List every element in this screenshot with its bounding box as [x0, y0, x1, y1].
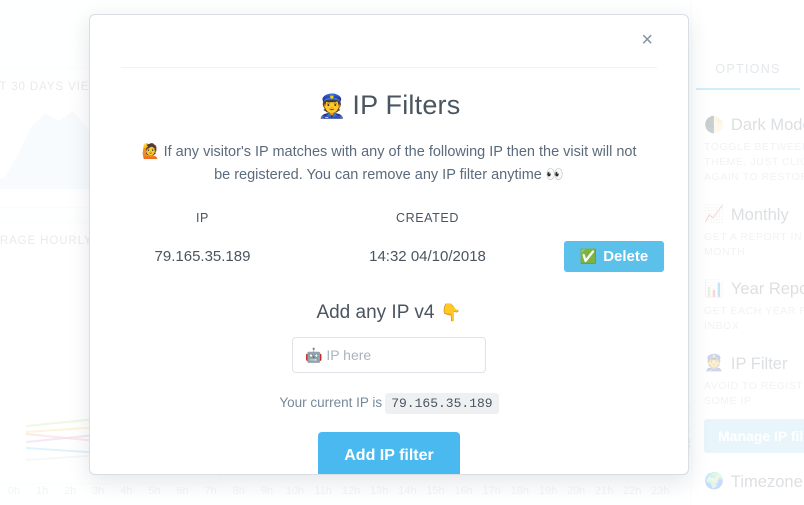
- backhand-index-pointing-down-icon: 👇: [440, 303, 462, 323]
- delete-button[interactable]: ✅ Delete: [563, 241, 665, 273]
- check-mark-icon: ✅: [579, 248, 598, 265]
- add-ip-filter-button[interactable]: Add IP filter: [318, 432, 460, 474]
- modal-description: 🙋 If any visitor's IP matches with any o…: [140, 141, 638, 187]
- column-header-created: CREATED: [395, 211, 459, 226]
- ip-input-container: [90, 337, 688, 374]
- ip-table-header: IP CREATED: [90, 211, 688, 225]
- current-ip-label: Your current IP is: [279, 395, 383, 411]
- modal-title-text: IP Filters: [352, 90, 461, 120]
- column-header-ip: IP: [195, 211, 209, 226]
- add-ip-filter-container: Add IP filter: [90, 432, 688, 474]
- cell-created: 14:32 04/10/2018: [369, 248, 486, 266]
- add-ip-label-text: Add any IP v4: [316, 302, 435, 324]
- current-ip-info: Your current IP is 79.165.35.189: [90, 393, 688, 415]
- modal-header: ×: [121, 15, 657, 68]
- modal-description-text: If any visitor's IP matches with any of …: [163, 144, 637, 184]
- table-row: 79.165.35.189 14:32 04/10/2018 ✅ Delete: [90, 241, 688, 273]
- delete-button-label: Delete: [603, 248, 649, 266]
- police-officer-icon: 👮: [317, 93, 347, 119]
- add-ip-label: Add any IP v4 👇: [90, 302, 688, 324]
- column-header-actions: [540, 211, 688, 225]
- current-ip-value: 79.165.35.189: [385, 393, 499, 415]
- close-icon[interactable]: ×: [637, 28, 657, 52]
- ip-input[interactable]: [292, 337, 486, 374]
- ip-filters-modal: × 👮 IP Filters 🙋 If any visitor's IP matc…: [89, 14, 689, 475]
- person-raising-hand-icon: 🙋: [141, 144, 160, 160]
- page-title: 👮 IP Filters: [90, 90, 688, 121]
- cell-ip: 79.165.35.189: [154, 248, 251, 266]
- cell-actions: ✅ Delete: [540, 241, 688, 273]
